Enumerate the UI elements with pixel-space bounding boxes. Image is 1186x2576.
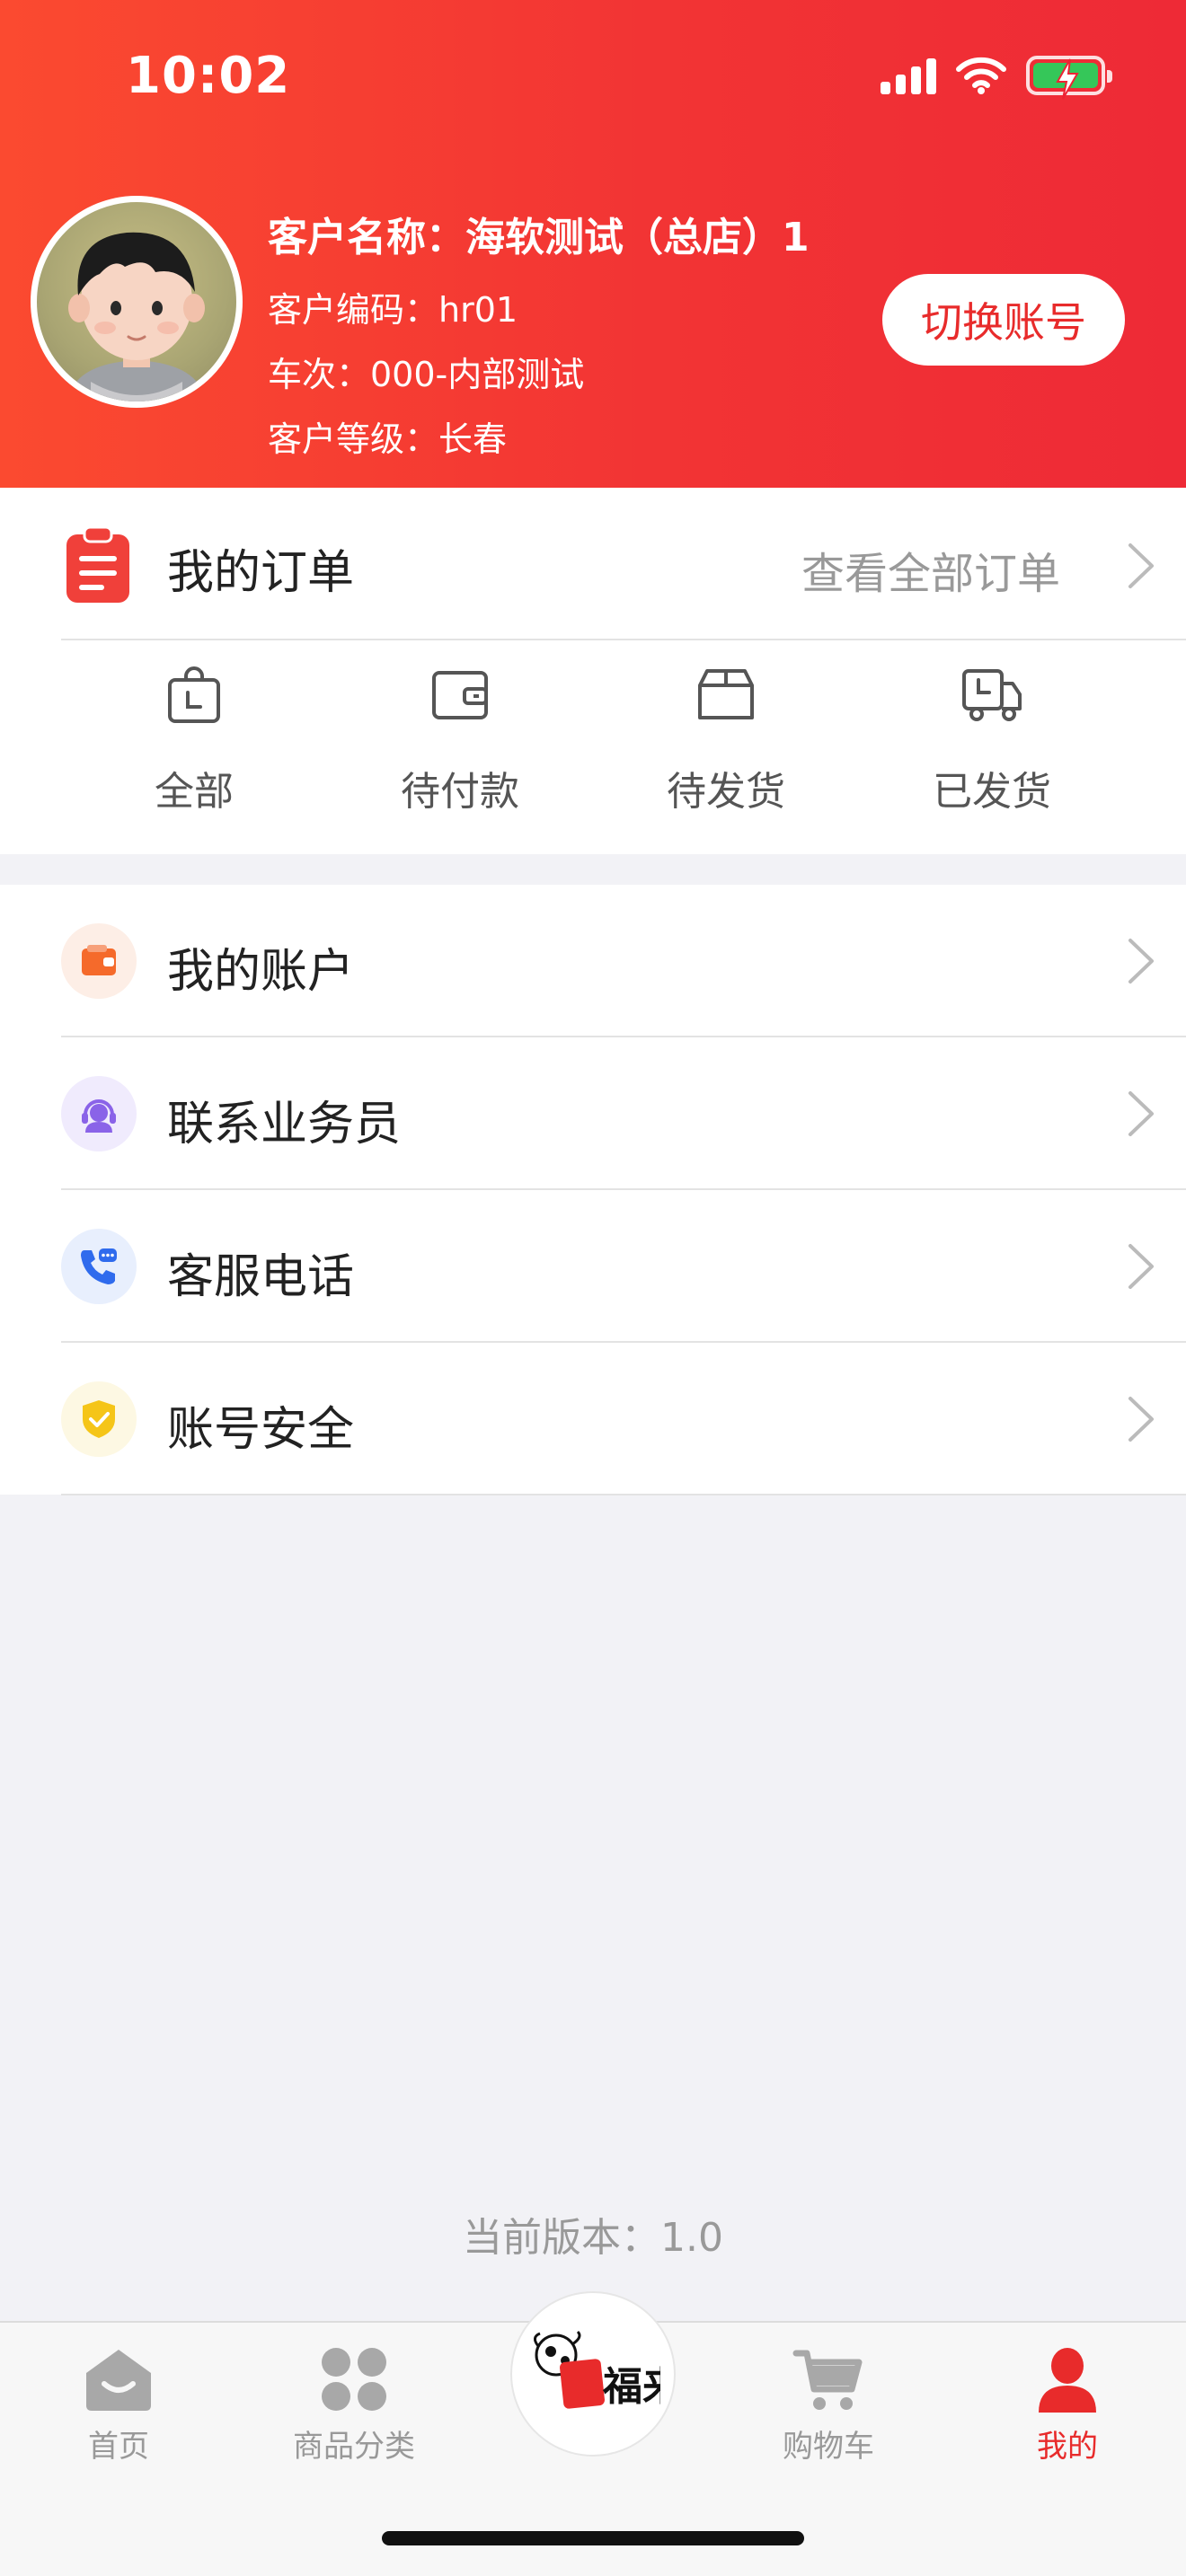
status-icons bbox=[881, 56, 1112, 100]
menu-item-label: 账号安全 bbox=[167, 1403, 355, 1457]
chevron-right-icon bbox=[1128, 939, 1154, 984]
customer-level: 客户等级：长春 bbox=[268, 419, 508, 459]
tab-cart[interactable]: 购物车 bbox=[739, 2346, 918, 2466]
wallet-icon bbox=[61, 923, 137, 999]
menu-item-label: 我的账户 bbox=[167, 945, 355, 999]
order-status-label: 已发货 bbox=[933, 769, 1051, 815]
divider bbox=[61, 639, 1186, 640]
orders-title: 我的订单 bbox=[167, 546, 355, 600]
avatar-illustration bbox=[68, 232, 205, 401]
bag-clock-icon bbox=[168, 666, 220, 723]
cart-icon bbox=[792, 2350, 863, 2410]
menu-item-my-account[interactable]: 我的账户 bbox=[0, 885, 1186, 1037]
category-icon bbox=[322, 2348, 386, 2411]
menu-item-contact-salesperson[interactable]: 联系业务员 bbox=[0, 1037, 1186, 1190]
brand-logo-button[interactable]: 福来 bbox=[510, 2291, 676, 2457]
menu-item-customer-service-phone[interactable]: 客服电话 bbox=[0, 1190, 1186, 1343]
brand-logo: 福来 bbox=[534, 2330, 660, 2410]
status-time: 10:02 bbox=[126, 47, 291, 105]
shield-check-icon bbox=[61, 1381, 137, 1457]
order-status-pending-payment[interactable]: 待付款 bbox=[327, 666, 593, 816]
order-status-label: 待发货 bbox=[667, 769, 785, 815]
customer-route: 车次：000-内部测试 bbox=[268, 355, 585, 394]
tab-label: 首页 bbox=[88, 2429, 149, 2465]
menu-item-label: 联系业务员 bbox=[167, 1098, 402, 1151]
avatar[interactable] bbox=[31, 196, 243, 408]
orders-card: 我的订单 查看全部订单 全部 待付款 待发货 已发货 bbox=[0, 488, 1186, 854]
order-status-all[interactable]: 全部 bbox=[61, 666, 327, 816]
chevron-right-icon bbox=[1128, 1091, 1154, 1136]
tab-home[interactable]: 首页 bbox=[29, 2346, 208, 2466]
headset-icon bbox=[61, 1076, 137, 1151]
wallet-icon bbox=[432, 671, 488, 719]
tab-label: 商品分类 bbox=[293, 2429, 415, 2465]
user-icon bbox=[1039, 2348, 1096, 2413]
customer-name: 客户名称：海软测试（总店）1 bbox=[268, 215, 810, 260]
tab-label: 我的 bbox=[1037, 2429, 1098, 2465]
order-status-shipped[interactable]: 已发货 bbox=[859, 666, 1125, 816]
tab-label: 购物车 bbox=[783, 2429, 874, 2465]
order-status-label: 全部 bbox=[155, 769, 234, 815]
orders-header-row[interactable]: 我的订单 查看全部订单 bbox=[0, 488, 1186, 640]
chevron-right-icon bbox=[1128, 1244, 1154, 1289]
profile-header: 10:02 客户名称：海软测试（总店）1 客户编码：hr01 车次：000-内部… bbox=[0, 0, 1186, 488]
phone-icon bbox=[61, 1229, 137, 1304]
app-version: 当前版本：1.0 bbox=[463, 2215, 723, 2261]
menu-item-account-security[interactable]: 账号安全 bbox=[0, 1343, 1186, 1495]
menu-item-label: 客服电话 bbox=[167, 1250, 355, 1304]
cellular-signal-icon bbox=[881, 57, 936, 94]
wifi-icon bbox=[956, 57, 1006, 94]
order-clipboard-icon bbox=[66, 525, 129, 603]
truck-icon bbox=[962, 669, 1022, 721]
view-all-orders-link[interactable]: 查看全部订单 bbox=[801, 538, 1060, 601]
order-status-label: 待付款 bbox=[401, 769, 519, 815]
customer-code: 客户编码：hr01 bbox=[268, 290, 518, 330]
tab-categories[interactable]: 商品分类 bbox=[264, 2346, 444, 2466]
brand-logo-text: 福来 bbox=[602, 2364, 660, 2410]
box-icon bbox=[698, 669, 754, 719]
chevron-right-icon bbox=[1128, 1397, 1154, 1442]
battery-icon bbox=[1026, 56, 1112, 100]
switch-account-button[interactable]: 切换账号 bbox=[882, 274, 1125, 366]
account-menu: 我的账户 联系业务员 客服电话 账号安全 bbox=[0, 885, 1186, 1495]
home-icon bbox=[86, 2350, 151, 2411]
tab-me[interactable]: 我的 bbox=[978, 2346, 1157, 2466]
chevron-right-icon bbox=[1128, 543, 1154, 588]
order-status-pending-shipment[interactable]: 待发货 bbox=[593, 666, 859, 816]
home-indicator bbox=[382, 2531, 804, 2545]
divider bbox=[61, 1494, 1186, 1495]
